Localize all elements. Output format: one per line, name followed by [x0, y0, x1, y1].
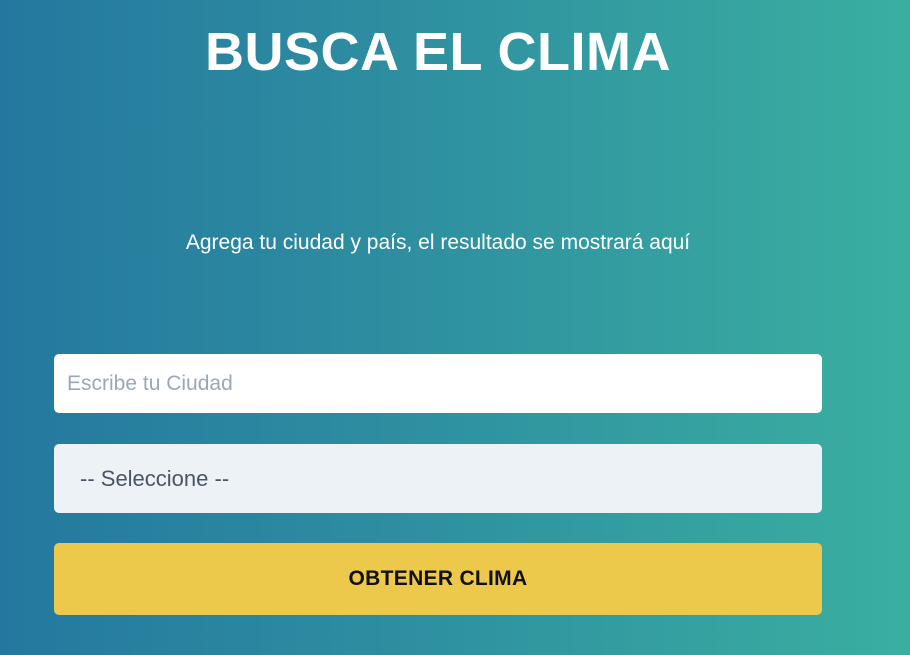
- city-input[interactable]: [54, 354, 822, 413]
- page-title: BUSCA EL CLIMA: [205, 22, 671, 82]
- weather-page: BUSCA EL CLIMA Agrega tu ciudad y país, …: [0, 0, 910, 655]
- country-select-value: -- Seleccione --: [80, 465, 230, 491]
- result-message: Agrega tu ciudad y país, el resultado se…: [185, 231, 691, 254]
- weather-form: -- Seleccione -- OBTENER CLIMA: [54, 354, 822, 615]
- country-select[interactable]: -- Seleccione --: [54, 444, 822, 513]
- get-weather-button[interactable]: OBTENER CLIMA: [54, 543, 822, 615]
